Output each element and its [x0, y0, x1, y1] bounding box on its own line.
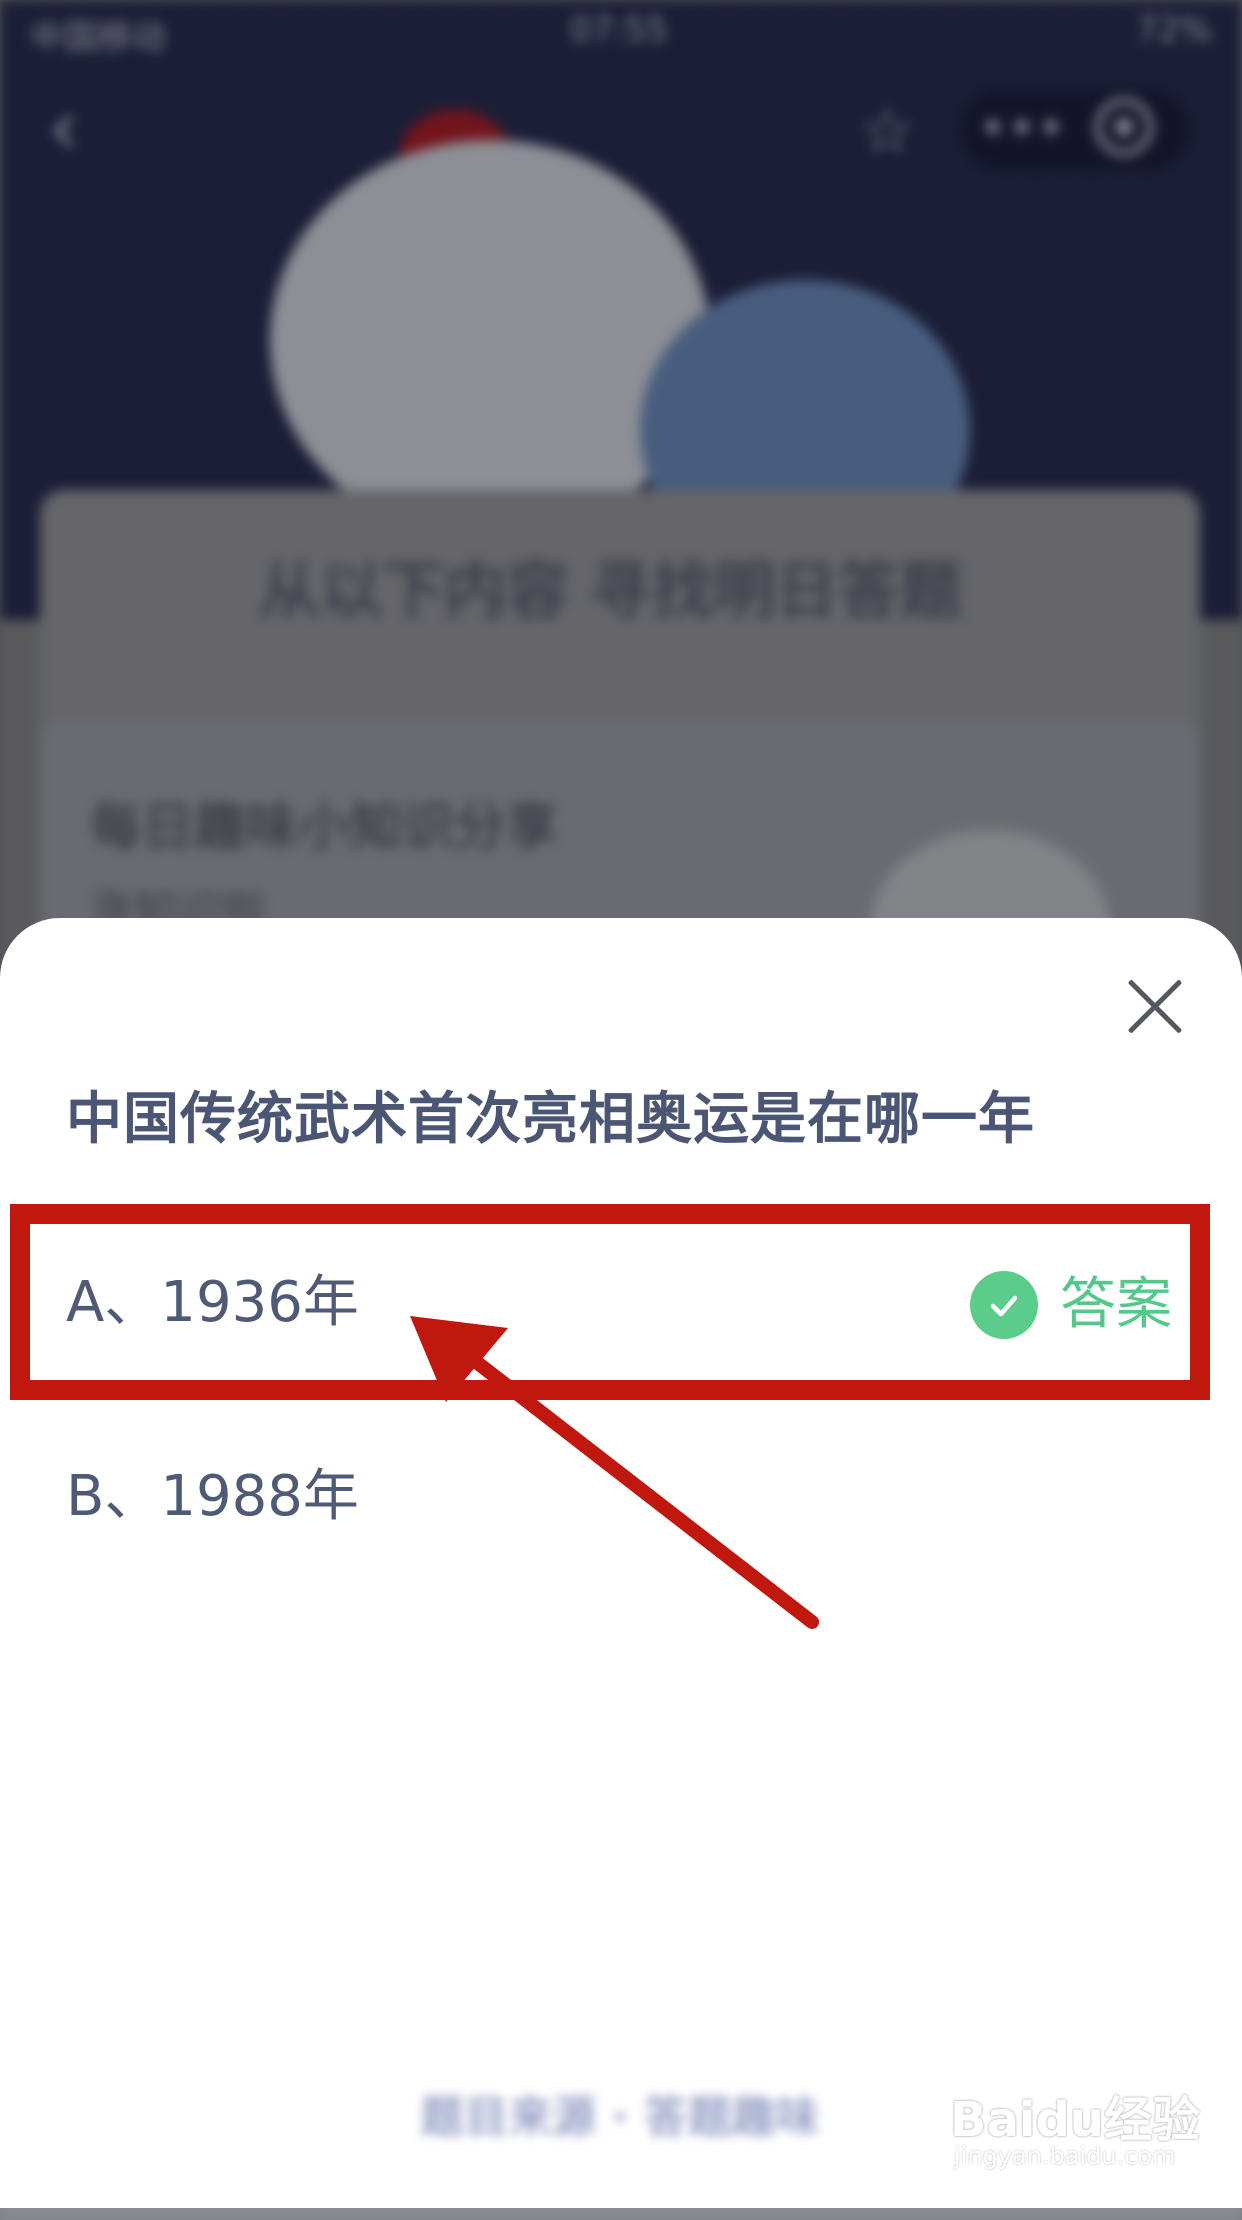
watermark-url: jingyan.baidu.com	[954, 2142, 1176, 2170]
highlight-box-annotation	[10, 1204, 1210, 1400]
close-icon[interactable]	[1123, 975, 1187, 1039]
option-b-label: B、1988年	[66, 1464, 359, 1529]
question-text: 中国传统武术首次亮相奥运是在哪一年	[66, 1087, 1035, 1152]
watermark-logo: Baidu经验	[950, 2092, 1200, 2148]
footer-source-label: 题目来源 · 答题趣味	[420, 2092, 820, 2143]
baidu-watermark: Baidu经验 jingyan.baidu.com	[950, 2080, 1230, 2180]
option-b[interactable]: B、1988年	[0, 1402, 1242, 1592]
footer-source-button[interactable]: 题目来源 · 答题趣味	[360, 2058, 880, 2178]
